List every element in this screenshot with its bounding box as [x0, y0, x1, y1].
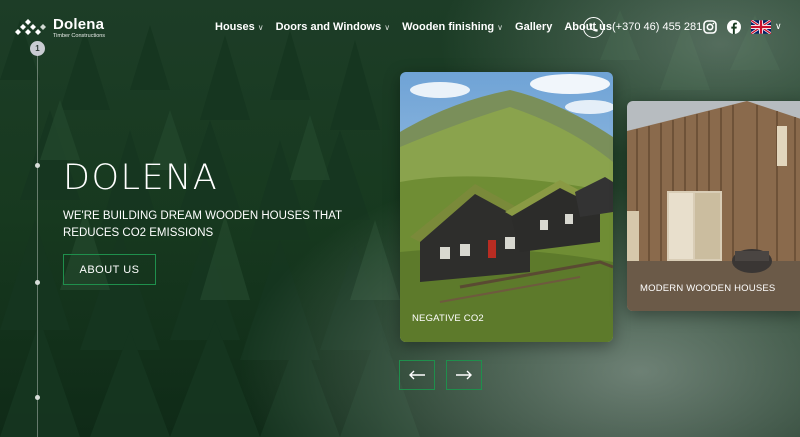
nav-item-label: Gallery — [515, 21, 553, 33]
hero-title: DOLENA — [63, 158, 219, 198]
brand-name: Dolena — [53, 16, 105, 33]
nav-item-label: Houses — [215, 21, 255, 33]
phone-number[interactable]: (+370 46) 455 281 — [612, 21, 702, 33]
slide-card-modern-wooden-houses[interactable]: MODERN WOODEN HOUSES — [627, 101, 800, 311]
chevron-down-icon: ∨ — [384, 22, 391, 32]
pager-line — [37, 52, 38, 437]
pager-current[interactable]: 1 — [30, 41, 45, 56]
mountain-village-image — [400, 72, 613, 342]
nav-item-wooden-finishing[interactable]: Wooden finishing ∨ — [402, 21, 503, 33]
slide-card-negative-co2[interactable]: NEGATIVE CO2 — [400, 72, 613, 342]
nav-item-doors-windows[interactable]: Doors and Windows ∨ — [276, 21, 390, 33]
nav-item-label: Wooden finishing — [402, 21, 495, 33]
prev-slide-button[interactable] — [399, 360, 435, 390]
facebook-icon[interactable] — [727, 20, 741, 34]
nav-item-houses[interactable]: Houses ∨ — [215, 21, 264, 33]
slide-label: MODERN WOODEN HOUSES — [640, 283, 776, 294]
instagram-icon[interactable] — [703, 20, 717, 34]
hero-subtitle: WE'RE BUILDING DREAM WOODEN HOUSES THAT … — [63, 210, 342, 239]
nav-item-label: Doors and Windows — [275, 21, 382, 33]
nav-item-gallery[interactable]: Gallery — [515, 21, 552, 33]
logo-mark-icon — [15, 19, 46, 36]
brand-subtitle: Timber Constructions — [53, 33, 106, 39]
pager-dot[interactable] — [35, 280, 40, 285]
pager-dot[interactable] — [35, 163, 40, 168]
chevron-down-icon: ∨ — [257, 22, 264, 32]
chevron-down-icon[interactable]: ∨ — [775, 21, 782, 32]
main-nav: Houses ∨ Doors and Windows ∨ Wooden fini… — [215, 21, 612, 33]
phone-icon[interactable] — [583, 17, 604, 38]
about-us-button[interactable]: ABOUT US — [63, 254, 156, 285]
site-header: Dolena Timber Constructions Houses ∨ Doo… — [0, 0, 800, 58]
modern-wooden-house-image — [627, 101, 800, 311]
slide-label: NEGATIVE CO2 — [412, 313, 484, 324]
brand-logo[interactable]: Dolena Timber Constructions — [14, 17, 105, 40]
next-slide-button[interactable] — [446, 360, 482, 390]
arrow-right-icon — [456, 370, 472, 380]
chevron-down-icon: ∨ — [497, 22, 504, 32]
uk-flag-icon[interactable] — [751, 20, 771, 34]
pager-dot[interactable] — [35, 395, 40, 400]
arrow-left-icon — [409, 370, 425, 380]
